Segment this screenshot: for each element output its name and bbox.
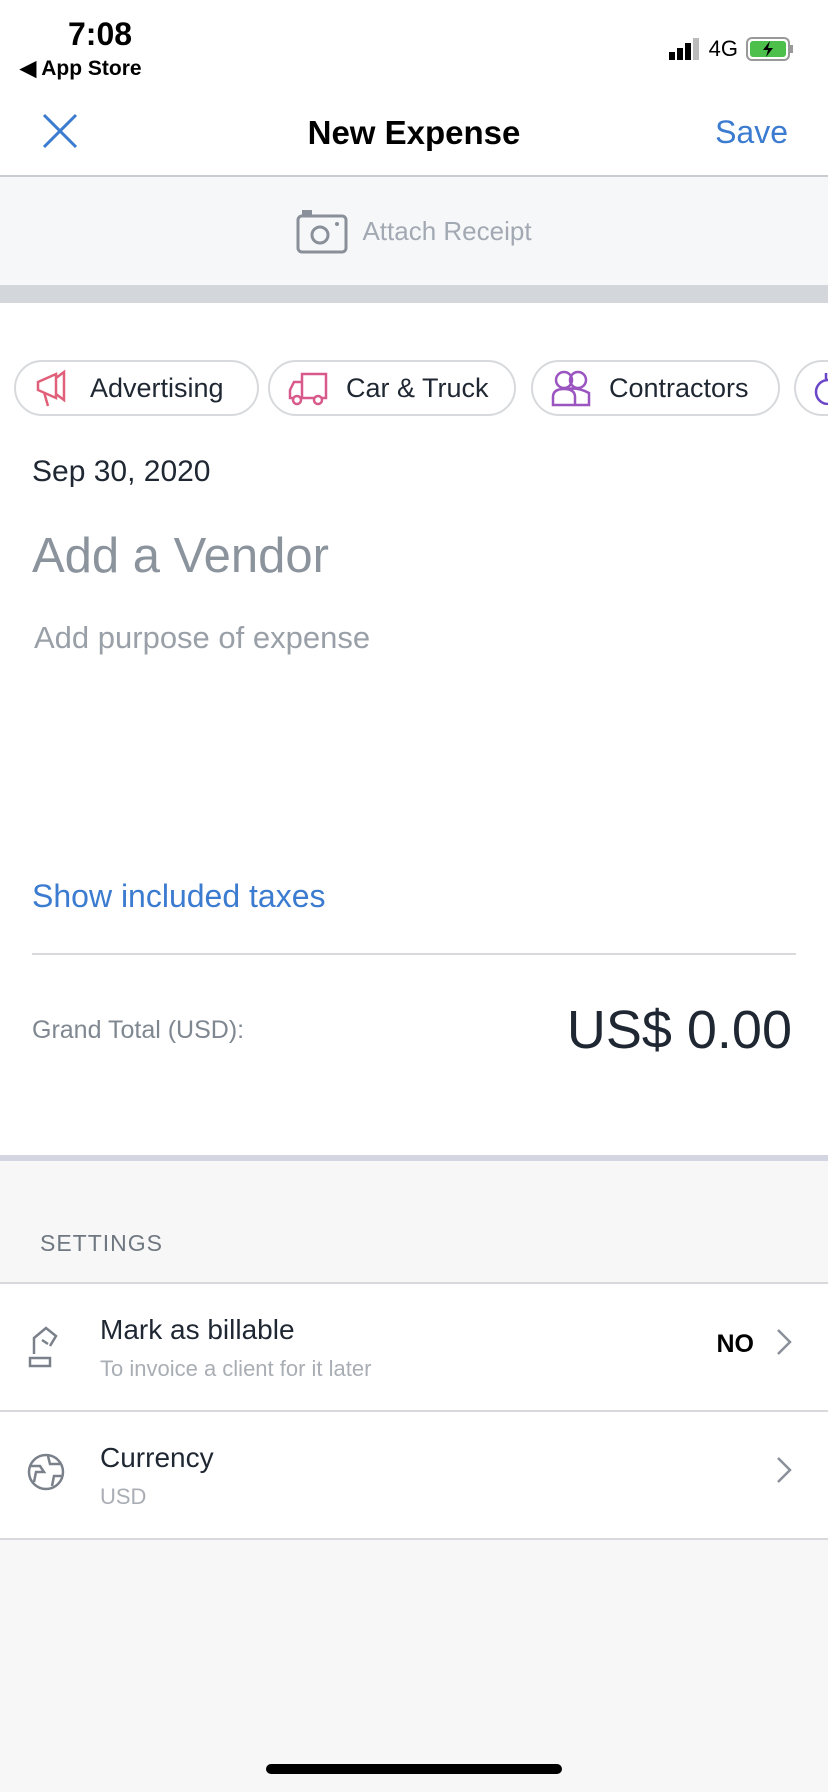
- header: 7:08 ◀ App Store 4G New Expense Save: [0, 0, 828, 177]
- purpose-input[interactable]: Add purpose of expense: [34, 620, 370, 656]
- chip-label: Contractors: [609, 372, 749, 403]
- vendor-input[interactable]: Add a Vendor: [32, 528, 329, 584]
- status-indicators: 4G: [668, 36, 794, 62]
- signal-icon: [668, 38, 699, 60]
- expense-form: Advertising Car & Truck Contractors Sep …: [0, 303, 828, 1157]
- back-to-app-store[interactable]: ◀ App Store: [20, 56, 142, 81]
- setting-value: NO: [716, 1330, 755, 1358]
- setting-row-billable[interactable]: Mark as billable To invoice a client for…: [0, 1282, 828, 1410]
- attach-receipt-button[interactable]: Attach Receipt: [0, 177, 828, 285]
- chevron-right-icon: [777, 1329, 792, 1355]
- chip-label: Advertising: [90, 372, 224, 403]
- truck-icon: [288, 372, 328, 406]
- chevron-right-icon: [777, 1457, 792, 1483]
- grand-total-value[interactable]: US$ 0.00: [567, 999, 792, 1061]
- date-field[interactable]: Sep 30, 2020: [32, 455, 211, 489]
- divider: [0, 1155, 828, 1161]
- network-label: 4G: [708, 36, 738, 61]
- globe-icon: [27, 1453, 65, 1491]
- show-included-taxes-link[interactable]: Show included taxes: [32, 878, 326, 915]
- category-icon: [814, 373, 828, 405]
- battery-charging-icon: [746, 37, 793, 61]
- setting-title: Mark as billable: [100, 1314, 295, 1345]
- setting-row-currency[interactable]: Currency USD: [0, 1410, 828, 1540]
- grand-total-label: Grand Total (USD):: [32, 1016, 245, 1044]
- setting-subtitle: To invoice a client for it later: [100, 1356, 372, 1381]
- save-button[interactable]: Save: [715, 114, 788, 151]
- page-title: New Expense: [307, 114, 521, 151]
- category-chip-car-truck[interactable]: Car & Truck: [268, 360, 516, 416]
- category-chip-more[interactable]: [794, 360, 828, 416]
- chip-label: Car & Truck: [346, 372, 489, 403]
- divider: [32, 953, 796, 955]
- category-chip-advertising[interactable]: Advertising: [14, 360, 259, 416]
- camera-icon: [296, 210, 348, 254]
- attach-receipt-label: Attach Receipt: [362, 215, 532, 246]
- billable-icon: [28, 1326, 58, 1368]
- setting-title: Currency: [100, 1442, 214, 1473]
- megaphone-icon: [36, 369, 66, 407]
- category-chip-contractors[interactable]: Contractors: [531, 360, 780, 416]
- home-indicator[interactable]: [266, 1764, 562, 1774]
- divider: [0, 285, 828, 303]
- settings-header: SETTINGS: [40, 1230, 164, 1256]
- status-time: 7:08: [68, 16, 133, 52]
- people-icon: [551, 370, 591, 407]
- setting-subtitle: USD: [100, 1484, 147, 1509]
